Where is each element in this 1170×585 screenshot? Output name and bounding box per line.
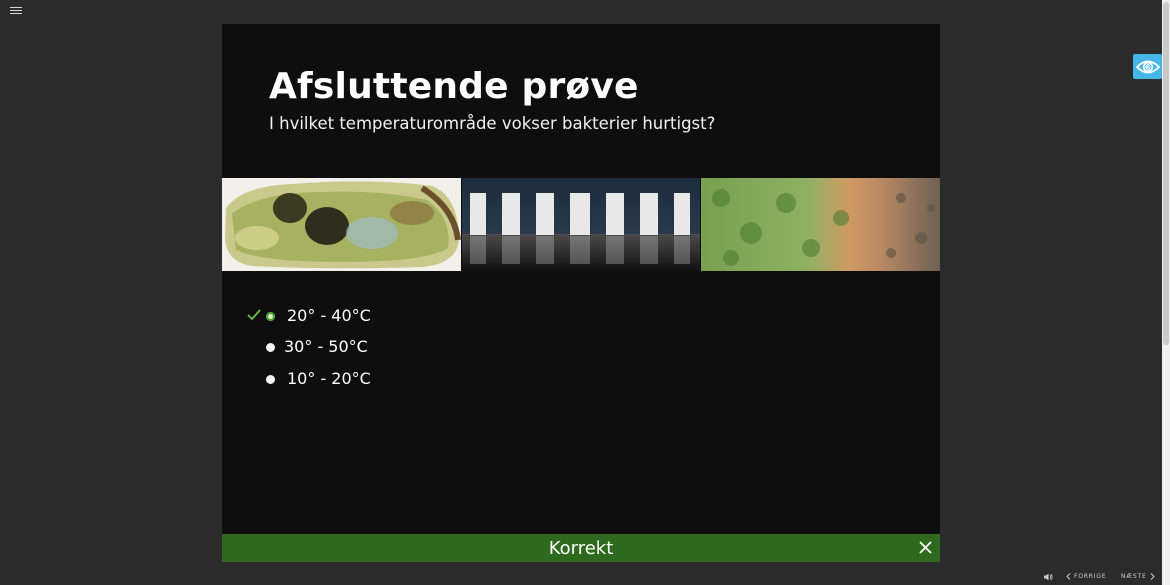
chevron-left-icon (1066, 573, 1071, 580)
close-icon[interactable] (919, 541, 932, 554)
speaker-icon[interactable] (1044, 573, 1053, 581)
radio-button[interactable] (266, 343, 275, 352)
radio-button-selected[interactable] (266, 312, 275, 321)
mold-bread-image (222, 178, 461, 271)
scrollbar-thumb[interactable] (1163, 2, 1169, 345)
answer-label: 10° - 20°C (287, 369, 371, 388)
quiz-question: I hvilket temperaturområde vokser bakter… (269, 114, 716, 133)
green-field-image (701, 178, 940, 271)
checkmark-icon (247, 309, 261, 321)
menu-icon[interactable] (10, 5, 22, 15)
doors-image (462, 178, 700, 271)
previous-label: FORRIGE (1074, 573, 1107, 580)
slide-title: Afsluttende prøve (269, 66, 639, 107)
feedback-text: Korrekt (548, 537, 614, 559)
feedback-bar: Korrekt (222, 534, 940, 562)
answer-label: 20° - 40°C (287, 306, 371, 325)
image-strip (222, 178, 940, 271)
accessibility-eye-button[interactable] (1133, 54, 1162, 79)
chevron-right-icon (1150, 573, 1155, 580)
eye-icon (1135, 60, 1160, 73)
next-button[interactable]: NÆSTE (1121, 573, 1155, 580)
next-label: NÆSTE (1121, 573, 1147, 580)
scrollbar[interactable] (1162, 0, 1170, 585)
radio-button[interactable] (266, 375, 275, 384)
previous-button[interactable]: FORRIGE (1066, 573, 1106, 580)
answer-label: 30° - 50°C (284, 337, 368, 356)
quiz-slide: Afsluttende prøve I hvilket temperaturom… (222, 24, 940, 562)
